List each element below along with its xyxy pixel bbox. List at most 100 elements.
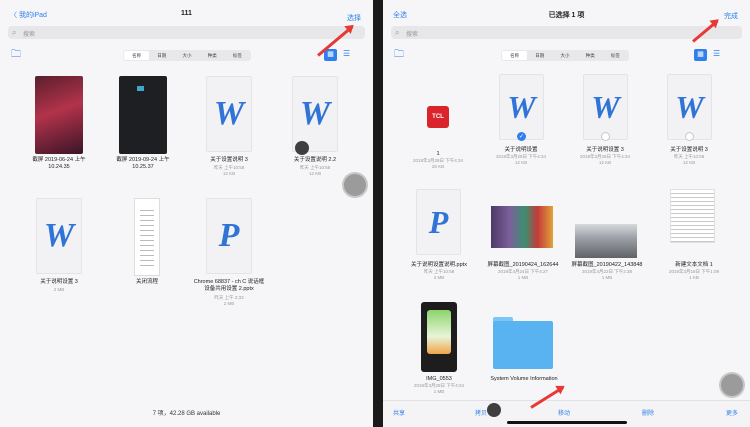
done-button[interactable]: 完成 bbox=[724, 11, 738, 21]
file-name: Chrome 68837 - ch C 说话框 设备共用设置 2.pptx bbox=[193, 279, 265, 292]
bottom-action-bar: 共享 拷贝 移动 删除 更多 bbox=[383, 400, 750, 427]
document-lines bbox=[140, 206, 154, 266]
sort-segmented-control[interactable]: 名称 日期 大小 种类 标签 bbox=[123, 50, 251, 61]
file-meta: 昨天 上午10:58 12 KB bbox=[213, 165, 245, 176]
search-icon: ⌕ bbox=[12, 28, 17, 37]
split-view-divider[interactable] bbox=[373, 0, 383, 427]
file-name: 关于说明设置说明.pptx bbox=[411, 262, 467, 268]
phone-screen bbox=[427, 310, 451, 354]
file-meta: 2019年4月22日 下午2:38 1 MB bbox=[581, 269, 633, 280]
sort-size[interactable]: 大小 bbox=[174, 51, 199, 60]
left-nav-bar: 〈 我的iPad 111 选择 bbox=[0, 0, 373, 24]
search-input[interactable]: ⌕ 搜索 bbox=[8, 26, 365, 39]
folder-name: System Volume Information bbox=[490, 376, 558, 382]
powerpoint-document-thumbnail: P bbox=[206, 198, 252, 274]
sort-tags[interactable]: 标签 bbox=[603, 51, 628, 60]
file-name: 关于说明设置 3 bbox=[586, 147, 624, 153]
assistive-touch-button[interactable] bbox=[719, 372, 745, 398]
selection-title: 已选择 1 项 bbox=[548, 12, 585, 19]
left-files-pane: 〈 我的iPad 111 选择 ⌕ 搜索 🗀 名称 日期 大小 种类 标签 ▦ … bbox=[0, 0, 373, 427]
file-meta: 2019年3月28日 下午4:34 12 KB bbox=[495, 154, 547, 165]
word-document-thumbnail: W bbox=[36, 198, 82, 274]
tcl-app-icon: TCL bbox=[427, 106, 449, 128]
powerpoint-document-thumbnail: P bbox=[416, 189, 461, 255]
copy-button[interactable]: 拷贝 bbox=[475, 408, 487, 417]
app-icon bbox=[137, 86, 144, 91]
right-files-pane: 全选 已选择 1 项 完成 ⌕ 搜索 🗀 名称 日期 大小 种类 标签 ▦ ☰ … bbox=[383, 0, 750, 427]
file-name: 屏幕截图_20190424_162644 bbox=[487, 262, 559, 268]
powerpoint-icon: P bbox=[428, 204, 449, 240]
selected-checkmark-icon[interactable]: ✓ bbox=[517, 132, 526, 141]
file-name: 屏幕截图_20190422_143848 bbox=[571, 262, 643, 268]
folder-icon bbox=[493, 321, 553, 369]
sort-name[interactable]: 名称 bbox=[502, 51, 528, 60]
word-icon: W bbox=[675, 89, 704, 125]
sort-kind[interactable]: 种类 bbox=[578, 51, 603, 60]
file-name: 关于设置说明 3 bbox=[210, 157, 248, 163]
word-icon: W bbox=[43, 217, 75, 254]
file-name: 截屏 2019-06-24 上午 10.24.35 bbox=[32, 157, 86, 170]
search-input[interactable]: ⌕ 搜索 bbox=[391, 26, 742, 39]
file-name: IMG_0553 bbox=[426, 376, 452, 382]
home-indicator[interactable] bbox=[506, 421, 627, 424]
file-name: 关闭流程 bbox=[135, 279, 158, 285]
search-placeholder: 搜索 bbox=[406, 32, 419, 38]
file-name: 关于设置说明 3 bbox=[670, 147, 708, 153]
share-button[interactable]: 共享 bbox=[393, 408, 405, 417]
sort-segmented-control[interactable]: 名称 日期 大小 种类 标签 bbox=[501, 50, 629, 61]
list-view-icon[interactable]: ☰ bbox=[343, 49, 350, 58]
file-meta: 2019年3月18日 下午1:09 1 KB bbox=[668, 269, 720, 280]
sort-size[interactable]: 大小 bbox=[552, 51, 577, 60]
word-document-thumbnail: W bbox=[206, 76, 252, 152]
word-icon: W bbox=[213, 95, 245, 132]
sort-name[interactable]: 名称 bbox=[124, 51, 150, 60]
more-button[interactable]: 更多 bbox=[726, 408, 738, 417]
touch-indicator bbox=[295, 141, 309, 155]
grid-view-icon[interactable]: ▦ bbox=[694, 49, 707, 61]
delete-button[interactable]: 删除 bbox=[642, 408, 654, 417]
word-document-thumbnail: W bbox=[667, 74, 712, 140]
file-meta: 2019年3月28日 下午4:34 1 MB bbox=[413, 383, 465, 394]
file-meta: 2019年3月28日 下午4:34 12 KB bbox=[579, 154, 631, 165]
powerpoint-icon: P bbox=[218, 217, 240, 254]
assistive-touch-button[interactable] bbox=[342, 172, 368, 198]
file-meta: 2019年3月28日 下午4:34 25 KB bbox=[412, 158, 464, 169]
list-view-icon[interactable]: ☰ bbox=[713, 49, 720, 58]
file-meta: 昨天 上午10:58 12 KB bbox=[673, 154, 705, 165]
screenshot-thumbnail bbox=[491, 206, 553, 248]
sort-date[interactable]: 日期 bbox=[527, 51, 552, 60]
folder-title: 111 bbox=[181, 10, 192, 17]
touch-indicator bbox=[487, 403, 501, 417]
file-meta: 2 MB bbox=[53, 287, 65, 292]
search-icon: ⌕ bbox=[395, 28, 400, 37]
move-button[interactable]: 移动 bbox=[558, 408, 570, 417]
file-meta: 2019年4月24日 下午4:27 1 MB bbox=[497, 269, 549, 280]
file-meta: 昨天 上午10:58 12 KB bbox=[299, 165, 331, 176]
right-toolbar: 🗀 名称 日期 大小 种类 标签 ▦ ☰ bbox=[383, 46, 750, 62]
text-document-thumbnail bbox=[670, 189, 715, 243]
word-document-thumbnail: W bbox=[583, 74, 628, 140]
new-folder-icon[interactable]: 🗀 bbox=[394, 47, 404, 64]
selection-circle-icon[interactable] bbox=[601, 132, 610, 141]
file-meta: 昨天 上午 2:33 2 MB bbox=[214, 295, 244, 306]
word-icon: W bbox=[299, 95, 331, 132]
storage-summary: 7 项，42.28 GB available bbox=[152, 411, 221, 417]
sort-kind[interactable]: 种类 bbox=[200, 51, 225, 60]
file-name: 关于说明设置 bbox=[504, 147, 538, 153]
file-name: 关于设置说明 2.2 bbox=[293, 157, 337, 163]
photo-thumbnail bbox=[575, 224, 637, 258]
screenshot-thumbnail bbox=[35, 76, 83, 154]
search-placeholder: 搜索 bbox=[23, 32, 36, 38]
file-name: 1 bbox=[436, 151, 440, 157]
sort-tags[interactable]: 标签 bbox=[225, 51, 250, 60]
file-name: 关于说明设置 3 bbox=[40, 279, 78, 285]
file-name: 新建文本文档 1 bbox=[675, 262, 713, 268]
right-nav-bar: 全选 已选择 1 项 完成 bbox=[383, 0, 750, 24]
sort-date[interactable]: 日期 bbox=[149, 51, 174, 60]
new-folder-icon[interactable]: 🗀 bbox=[11, 47, 21, 64]
word-document-thumbnail: W bbox=[499, 74, 544, 140]
file-name: 截屏 2019-09-24 上午 10.25.37 bbox=[116, 157, 170, 170]
word-icon: W bbox=[507, 89, 536, 125]
file-meta: 昨天 上午10:58 2 MB bbox=[423, 269, 455, 280]
selection-circle-icon[interactable] bbox=[685, 132, 694, 141]
